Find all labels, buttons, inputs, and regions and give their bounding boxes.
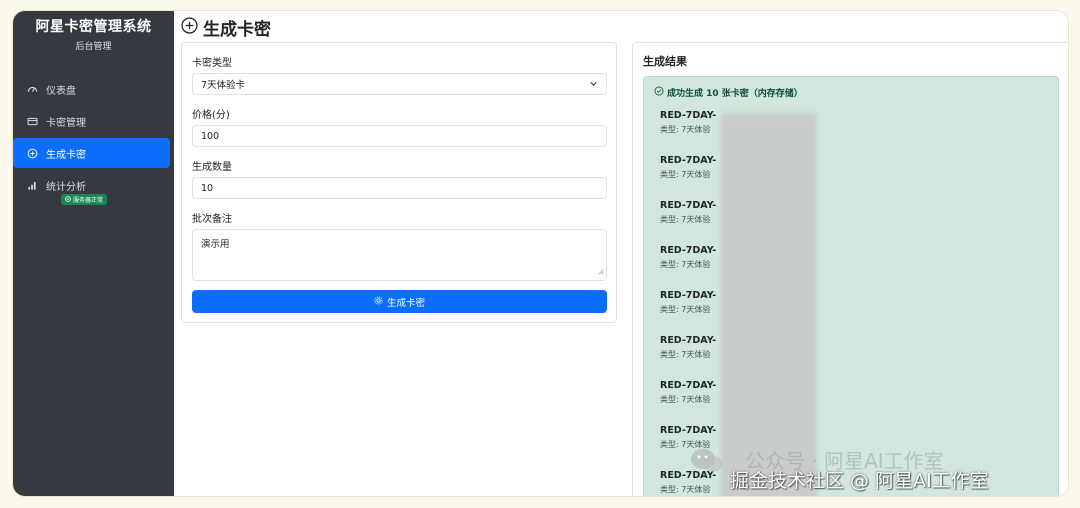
card-code: RED-7DAY- bbox=[660, 290, 717, 301]
price-input[interactable]: 100 bbox=[192, 125, 607, 147]
list-item: RED-7DAY- 类型: 7天体验 bbox=[660, 155, 716, 180]
sidebar-nav: 仪表盘 卡密管理 生成卡密 统计分析 bbox=[13, 74, 174, 200]
check-circle-icon bbox=[654, 86, 664, 99]
sidebar-item-generate[interactable]: 生成卡密 bbox=[13, 138, 170, 168]
chevron-down-icon bbox=[589, 79, 598, 91]
card-icon bbox=[24, 116, 40, 127]
sidebar-item-label: 卡密管理 bbox=[46, 117, 86, 129]
card-code: RED-7DAY- bbox=[660, 155, 717, 166]
brand-title: 阿星卡密管理系统 bbox=[35, 19, 152, 35]
page-title: 生成卡密 bbox=[181, 15, 271, 40]
price-label: 价格(分) bbox=[192, 110, 230, 121]
list-item: RED-7DAY- 类型: 7天体验 bbox=[660, 335, 716, 360]
success-message: 成功生成 10 张卡密（内存存储） bbox=[654, 86, 803, 99]
sidebar-item-label: 仪表盘 bbox=[46, 85, 76, 97]
card-type: 类型: 7天体验 bbox=[660, 395, 711, 404]
card-code: RED-7DAY- bbox=[660, 380, 717, 391]
list-item: RED-7DAY- 类型: 7天体验 bbox=[660, 290, 716, 315]
list-item: RED-7DAY- 类型: 7天体验 bbox=[660, 200, 716, 225]
count-value: 10 bbox=[201, 182, 214, 194]
card-code: RED-7DAY- bbox=[660, 425, 717, 436]
card-code: RED-7DAY- bbox=[660, 110, 717, 121]
dashboard-icon bbox=[24, 84, 40, 95]
card-type-value: 7天体验卡 bbox=[201, 80, 246, 91]
page-title-text: 生成卡密 bbox=[203, 20, 271, 40]
card-type-select[interactable]: 7天体验卡 bbox=[192, 73, 607, 95]
card-type: 类型: 7天体验 bbox=[660, 215, 711, 224]
brand-subtitle: 后台管理 bbox=[75, 42, 112, 52]
plus-circle-icon bbox=[24, 148, 40, 159]
card-code: RED-7DAY- bbox=[660, 200, 717, 211]
card-type: 类型: 7天体验 bbox=[660, 305, 711, 314]
card-type-label: 卡密类型 bbox=[192, 58, 232, 69]
sidebar: 阿星卡密管理系统 后台管理 仪表盘 卡密管理 生成卡密 统计分析 服务器正常 bbox=[13, 11, 174, 496]
sidebar-item-dashboard[interactable]: 仪表盘 bbox=[13, 74, 170, 104]
count-label: 生成数量 bbox=[192, 162, 232, 173]
list-item: RED-7DAY- 类型: 7天体验 bbox=[660, 110, 716, 135]
card-code: RED-7DAY- bbox=[660, 245, 717, 256]
note-value: 演示用 bbox=[201, 239, 230, 250]
generate-button-label: 生成卡密 bbox=[386, 297, 425, 309]
app-window: 阿星卡密管理系统 后台管理 仪表盘 卡密管理 生成卡密 统计分析 服务器正常 生… bbox=[13, 11, 1068, 496]
list-item: RED-7DAY- 类型: 7天体验 bbox=[660, 245, 716, 270]
card-code: RED-7DAY- bbox=[660, 335, 717, 346]
gear-icon bbox=[374, 296, 383, 308]
result-card: 生成结果 成功生成 10 张卡密（内存存储） RED-7DAY- 类型: 7天体… bbox=[632, 42, 1068, 496]
result-title: 生成结果 bbox=[643, 55, 687, 68]
generate-form-card: 卡密类型 7天体验卡 价格(分) 100 生成数量 10 批次备注 演示用 生成… bbox=[181, 42, 617, 323]
status-badge-text: 服务器正常 bbox=[73, 197, 104, 204]
card-type: 类型: 7天体验 bbox=[660, 125, 711, 134]
note-textarea[interactable]: 演示用 bbox=[192, 229, 607, 281]
generate-button[interactable]: 生成卡密 bbox=[192, 290, 607, 313]
resize-grip-icon[interactable] bbox=[598, 267, 604, 278]
check-circle-icon bbox=[65, 195, 71, 204]
card-type: 类型: 7天体验 bbox=[660, 260, 711, 269]
success-alert: 成功生成 10 张卡密（内存存储） RED-7DAY- 类型: 7天体验 RED… bbox=[643, 76, 1059, 496]
sidebar-item-label: 生成卡密 bbox=[46, 149, 86, 161]
sidebar-item-label: 统计分析 bbox=[46, 181, 86, 193]
status-badge: 服务器正常 bbox=[61, 194, 108, 205]
success-message-text: 成功生成 10 张卡密（内存存储） bbox=[667, 89, 803, 99]
bar-chart-icon bbox=[24, 180, 40, 191]
price-value: 100 bbox=[201, 130, 220, 142]
redaction-blur bbox=[721, 113, 817, 496]
note-label: 批次备注 bbox=[192, 214, 232, 225]
card-type: 类型: 7天体验 bbox=[660, 350, 711, 359]
plus-circle-icon bbox=[181, 16, 198, 39]
card-type: 类型: 7天体验 bbox=[660, 170, 711, 179]
wechat-icon bbox=[690, 447, 724, 479]
sidebar-item-card-management[interactable]: 卡密管理 bbox=[13, 106, 170, 136]
watermark-juejin: 掘金技术社区 @ 阿星AI工作室 bbox=[730, 470, 989, 492]
count-input[interactable]: 10 bbox=[192, 177, 607, 199]
main-content: 生成卡密 卡密类型 7天体验卡 价格(分) 100 生成数量 10 批次备注 演… bbox=[174, 11, 1068, 496]
list-item: RED-7DAY- 类型: 7天体验 bbox=[660, 380, 716, 405]
card-type: 类型: 7天体验 bbox=[660, 485, 711, 494]
